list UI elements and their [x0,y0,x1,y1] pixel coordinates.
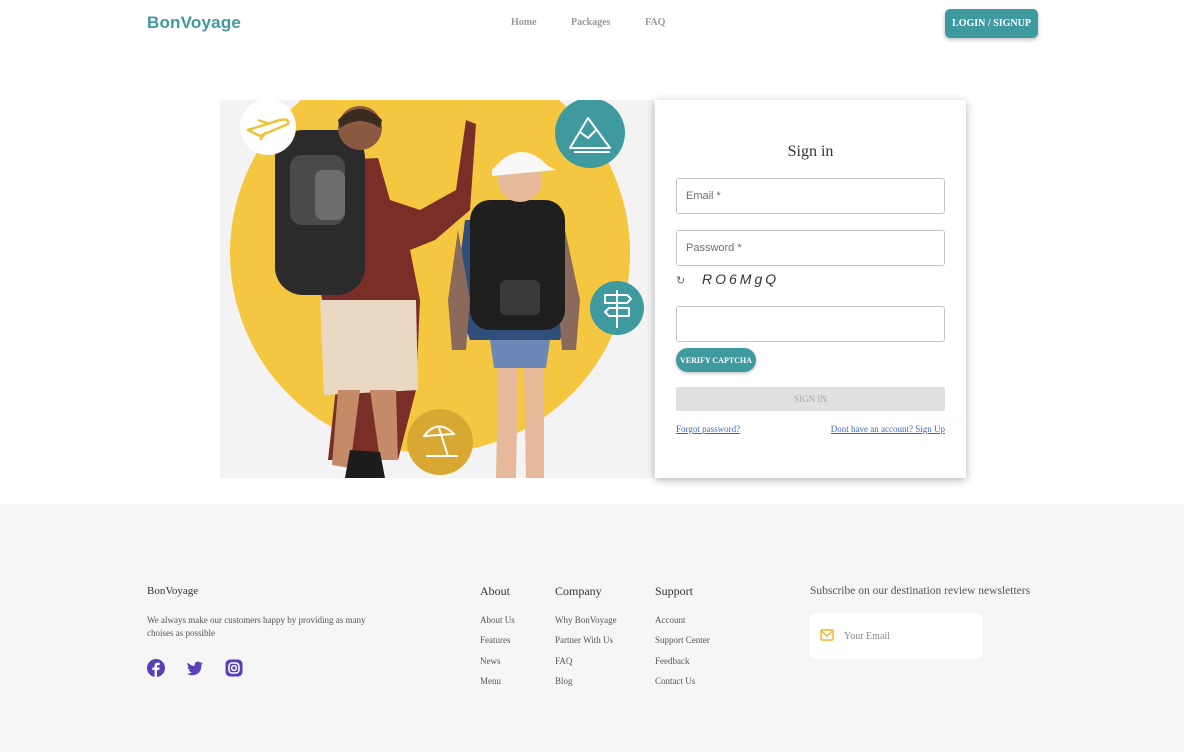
instagram-icon[interactable] [225,659,243,677]
footer-link-faq[interactable]: FAQ [555,656,572,666]
mountain-icon [555,100,625,168]
login-signup-button[interactable]: LOGIN / SIGNUP [945,9,1038,38]
newsletter-email-box[interactable] [810,613,982,659]
signin-card: Sign in ↻ RO6MgQ VERIFY CAPTCHA SIGN IN … [655,100,966,478]
footer-link-about-us[interactable]: About Us [480,615,515,625]
footer-company-heading: Company [555,584,602,598]
signin-title: Sign in [787,143,834,160]
footer-support-heading: Support [655,584,694,598]
airplane-icon [240,100,296,155]
password-field[interactable] [676,230,945,266]
newsletter-title: Subscribe on our destination review news… [810,585,1031,597]
email-input[interactable] [677,179,944,213]
signup-link[interactable]: Dont have an account? Sign Up [831,424,945,434]
footer-link-menu[interactable]: Menu [480,676,501,686]
footer-link-features[interactable]: Features [480,635,511,645]
password-input[interactable] [677,231,944,265]
twitter-icon[interactable] [186,659,204,677]
footer-link-why-bonvoyage[interactable]: Why BonVoyage [555,615,617,625]
nav-packages-link[interactable]: Packages [571,17,610,28]
captcha-code: RO6MgQ [702,271,780,287]
brand-logo[interactable]: BonVoyage [147,13,241,33]
footer-link-support-center[interactable]: Support Center [655,635,710,645]
footer-link-partner[interactable]: Partner With Us [555,635,613,645]
footer-link-contact-us[interactable]: Contact Us [655,676,695,686]
travelers-illustration [220,100,654,478]
footer-link-account[interactable]: Account [655,615,686,625]
mail-icon [820,629,834,641]
footer-brand: BonVoyage [147,585,199,597]
signpost-icon [590,281,644,335]
email-field[interactable] [676,178,945,214]
hero-image [220,100,654,478]
nav-home-link[interactable]: Home [511,17,537,28]
newsletter-email-input[interactable] [844,613,979,659]
footer: BonVoyage We always make our customers h… [0,504,1184,752]
top-navbar: BonVoyage Home Packages FAQ LOGIN / SIGN… [0,0,1184,48]
captcha-input[interactable] [677,307,944,341]
sign-in-button[interactable]: SIGN IN [676,387,945,411]
captcha-refresh-icon[interactable]: ↻ [676,274,685,287]
footer-link-feedback[interactable]: Feedback [655,656,689,666]
nav-faq-link[interactable]: FAQ [645,17,665,28]
footer-link-blog[interactable]: Blog [555,676,573,686]
forgot-password-link[interactable]: Forgot password? [676,424,740,434]
facebook-icon[interactable] [147,659,165,677]
verify-captcha-button[interactable]: VERIFY CAPTCHA [676,348,756,372]
captcha-field[interactable] [676,306,945,342]
footer-about-heading: About [480,584,510,598]
footer-description: We always make our customers happy by pr… [147,615,366,638]
beach-umbrella-icon [407,409,473,475]
footer-link-news[interactable]: News [480,656,501,666]
